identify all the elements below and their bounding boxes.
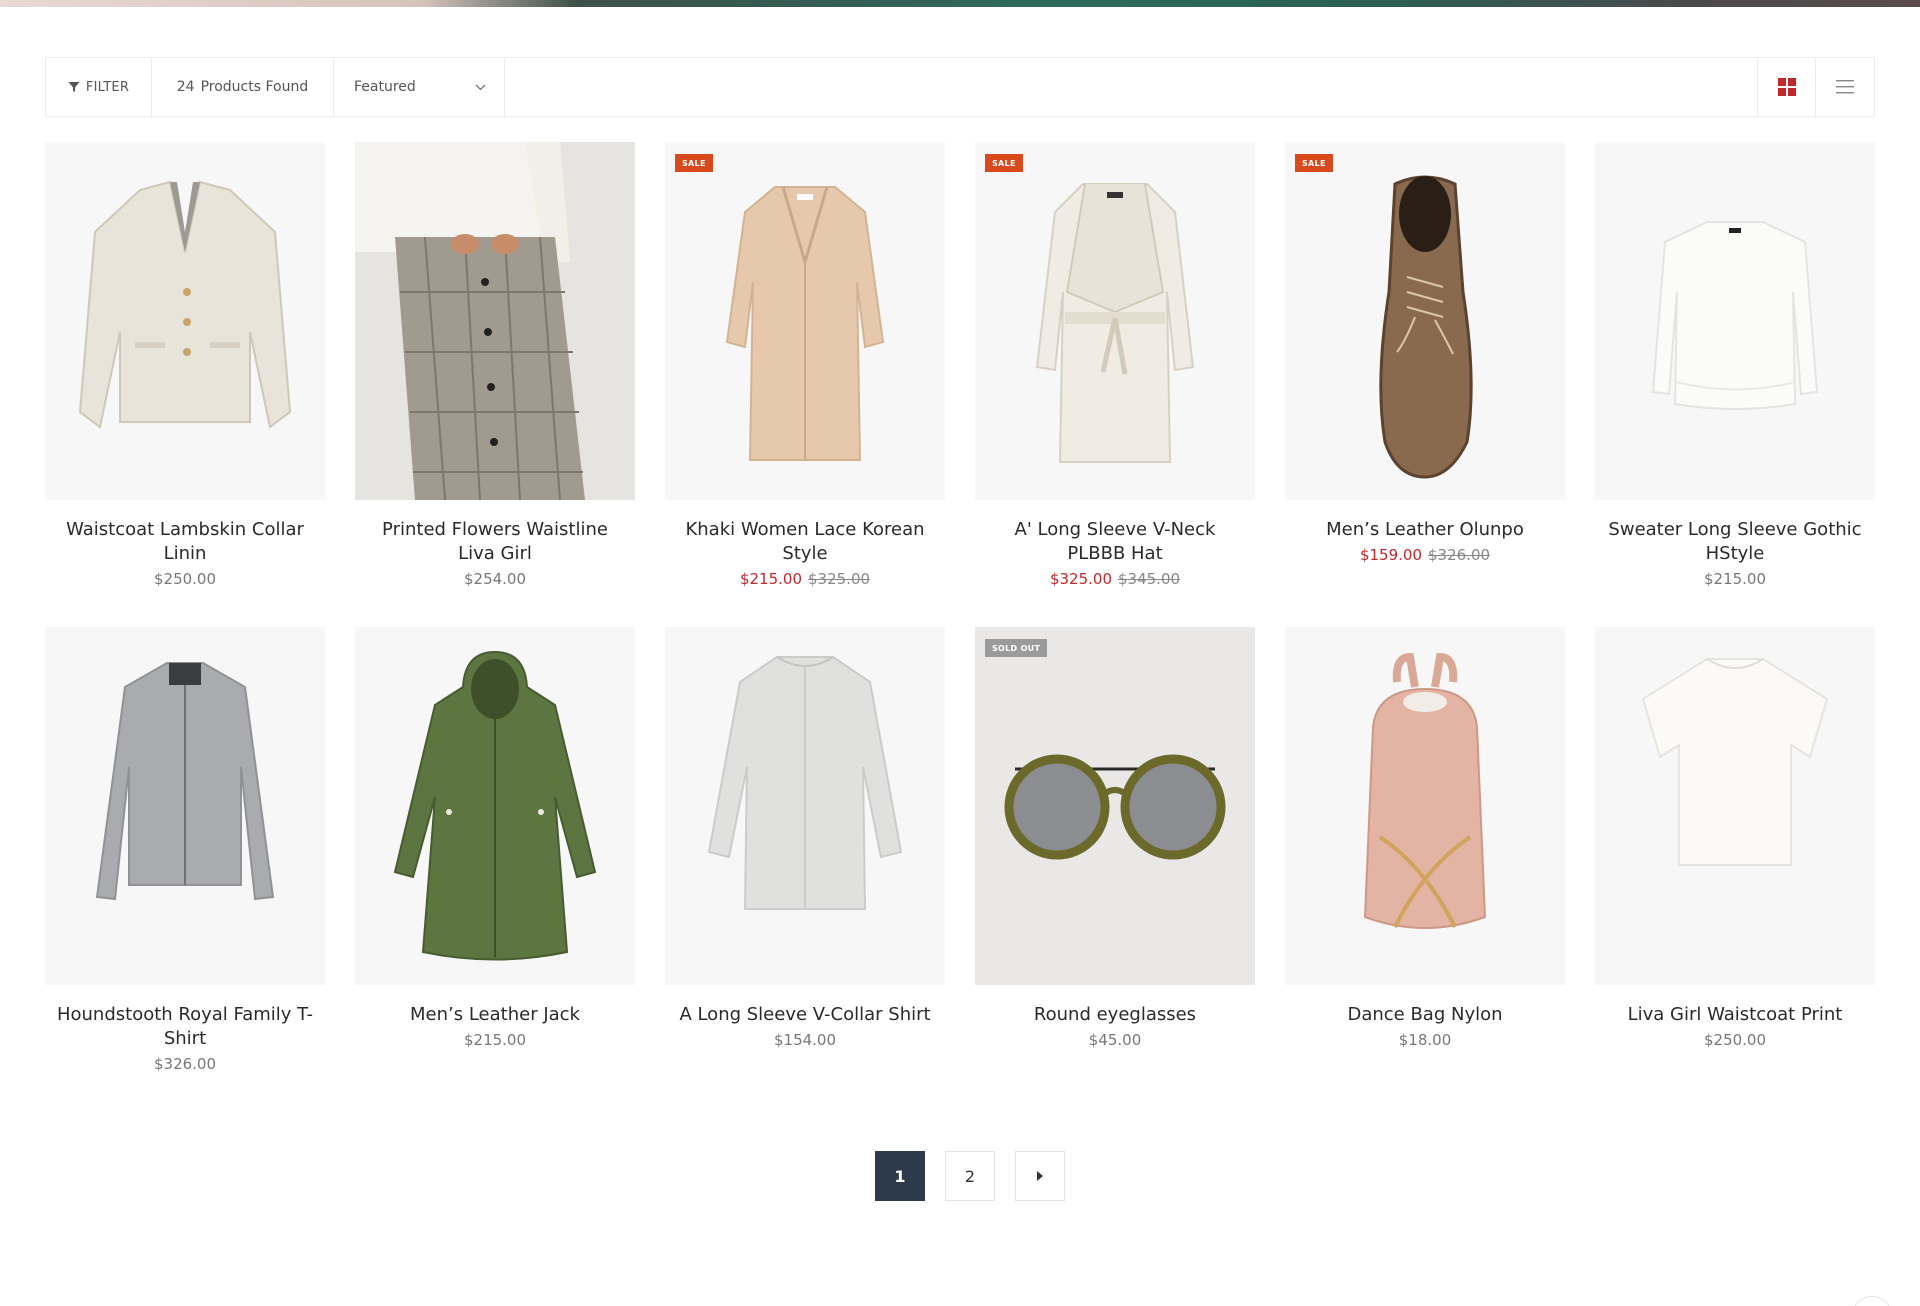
chevron-down-icon — [475, 84, 486, 90]
old-price: $345.00 — [1118, 570, 1181, 588]
regular-price: $250.00 — [1703, 1031, 1767, 1049]
regular-price: $215.00 — [463, 1031, 527, 1049]
products-found-label: Products Found — [200, 79, 309, 95]
sort-selected-value: Featured — [354, 79, 416, 95]
filter-label: FILTER — [85, 79, 130, 95]
sale-price: $325.00 — [1049, 570, 1112, 588]
product-title[interactable]: Men’s Leather Jack — [355, 1003, 635, 1027]
old-price: $325.00 — [808, 570, 871, 588]
product-image-light-grey-coat[interactable] — [665, 627, 945, 985]
product-image-cream-blazer[interactable] — [45, 142, 325, 500]
product-title[interactable]: Dance Bag Nylon — [1285, 1003, 1565, 1027]
scroll-to-top-button[interactable] — [1852, 1296, 1892, 1306]
product-card[interactable]: Printed Flowers Waistline Liva Girl $254… — [355, 142, 635, 588]
regular-price: $254.00 — [463, 570, 527, 588]
product-price: $254.00 — [355, 570, 635, 588]
regular-price: $215.00 — [1703, 570, 1767, 588]
product-image-plaid-skirt[interactable] — [355, 142, 635, 500]
product-title[interactable]: Khaki Women Lace Korean Style — [665, 518, 945, 566]
product-title[interactable]: A' Long Sleeve V-Neck PLBBB Hat — [975, 518, 1255, 566]
sale-badge: SALE — [675, 154, 713, 172]
sold-out-badge: SOLD OUT — [985, 639, 1048, 657]
product-image-suede-boot[interactable]: SALE — [1285, 142, 1565, 500]
caret-right-icon — [1037, 1171, 1043, 1181]
regular-price: $154.00 — [773, 1031, 837, 1049]
product-card[interactable]: A Long Sleeve V-Collar Shirt $154.00 — [665, 627, 945, 1049]
product-card[interactable]: Sweater Long Sleeve Gothic HStyle $215.0… — [1595, 142, 1875, 588]
product-count: 24 — [176, 79, 195, 95]
regular-price: $326.00 — [153, 1055, 217, 1073]
product-price: $159.00 $326.00 — [1285, 546, 1565, 564]
product-image-white-blouse[interactable] — [1595, 142, 1875, 500]
regular-price: $250.00 — [153, 570, 217, 588]
sale-badge: SALE — [1295, 154, 1333, 172]
product-price: $250.00 — [45, 570, 325, 588]
product-title[interactable]: Printed Flowers Waistline Liva Girl — [355, 518, 635, 566]
old-price: $326.00 — [1428, 546, 1491, 564]
product-price: $215.00 — [355, 1031, 635, 1049]
regular-price: $45.00 — [1088, 1031, 1142, 1049]
grid-view-icon — [1777, 78, 1796, 96]
toolbar-spacer — [505, 58, 1758, 116]
funnel-icon — [68, 82, 80, 92]
product-image-cream-wrap-coat[interactable]: SALE — [975, 142, 1255, 500]
sort-select[interactable]: Featured — [334, 58, 505, 116]
product-title[interactable]: Liva Girl Waistcoat Print — [1595, 1003, 1875, 1027]
product-price: $325.00 $345.00 — [975, 570, 1255, 588]
product-card[interactable]: SALE Khaki Women Lace Korean Style $215.… — [665, 142, 945, 588]
filter-button[interactable]: FILTER — [46, 58, 152, 116]
product-title[interactable]: Sweater Long Sleeve Gothic HStyle — [1595, 518, 1875, 566]
product-card[interactable]: Houndstooth Royal Family T-Shirt $326.00 — [45, 627, 325, 1073]
hero-banner-strip — [0, 0, 1920, 7]
page-1-button[interactable]: 1 — [875, 1151, 925, 1201]
product-price: $250.00 — [1595, 1031, 1875, 1049]
product-price: $154.00 — [665, 1031, 945, 1049]
product-card[interactable]: SOLD OUT Round eyeglasses $45.00 — [975, 627, 1255, 1049]
grid-view-button[interactable] — [1758, 58, 1816, 116]
product-price: $215.00 — [1595, 570, 1875, 588]
page-2-button[interactable]: 2 — [945, 1151, 995, 1201]
product-image-green-parka[interactable] — [355, 627, 635, 985]
product-image-round-sunglasses[interactable]: SOLD OUT — [975, 627, 1255, 985]
sale-price: $215.00 — [739, 570, 802, 588]
product-price: $215.00 $325.00 — [665, 570, 945, 588]
sale-badge: SALE — [985, 154, 1023, 172]
products-found: 24 Products Found — [152, 58, 334, 116]
product-card[interactable]: Waistcoat Lambskin Collar Linin $250.00 — [45, 142, 325, 588]
product-card[interactable]: Dance Bag Nylon $18.00 — [1285, 627, 1565, 1049]
product-image-white-tshirt[interactable] — [1595, 627, 1875, 985]
shop-toolbar: FILTER 24 Products Found Featured — [45, 57, 1875, 117]
list-view-button[interactable] — [1816, 58, 1874, 116]
product-card[interactable]: SALE A' Long Sleeve V-Neck PLBBB Hat $32… — [975, 142, 1255, 588]
product-price: $45.00 — [975, 1031, 1255, 1049]
product-card[interactable]: Men’s Leather Jack $215.00 — [355, 627, 635, 1049]
sale-price: $159.00 — [1359, 546, 1422, 564]
product-image-pink-backpack[interactable] — [1285, 627, 1565, 985]
product-card[interactable]: Liva Girl Waistcoat Print $250.00 — [1595, 627, 1875, 1049]
product-card[interactable]: SALE Men’s Leather Olunpo $159.00 $326.00 — [1285, 142, 1565, 564]
product-price: $326.00 — [45, 1055, 325, 1073]
pagination: 1 2 — [875, 1151, 1065, 1201]
product-title[interactable]: Waistcoat Lambskin Collar Linin — [45, 518, 325, 566]
product-image-beige-coat[interactable]: SALE — [665, 142, 945, 500]
product-title[interactable]: Men’s Leather Olunpo — [1285, 518, 1565, 542]
next-page-button[interactable] — [1015, 1151, 1065, 1201]
product-price: $18.00 — [1285, 1031, 1565, 1049]
product-title[interactable]: A Long Sleeve V-Collar Shirt — [665, 1003, 945, 1027]
product-title[interactable]: Round eyeglasses — [975, 1003, 1255, 1027]
list-view-icon — [1836, 80, 1854, 94]
regular-price: $18.00 — [1398, 1031, 1452, 1049]
product-image-grey-zip-cardigan[interactable] — [45, 627, 325, 985]
product-title[interactable]: Houndstooth Royal Family T-Shirt — [45, 1003, 325, 1051]
